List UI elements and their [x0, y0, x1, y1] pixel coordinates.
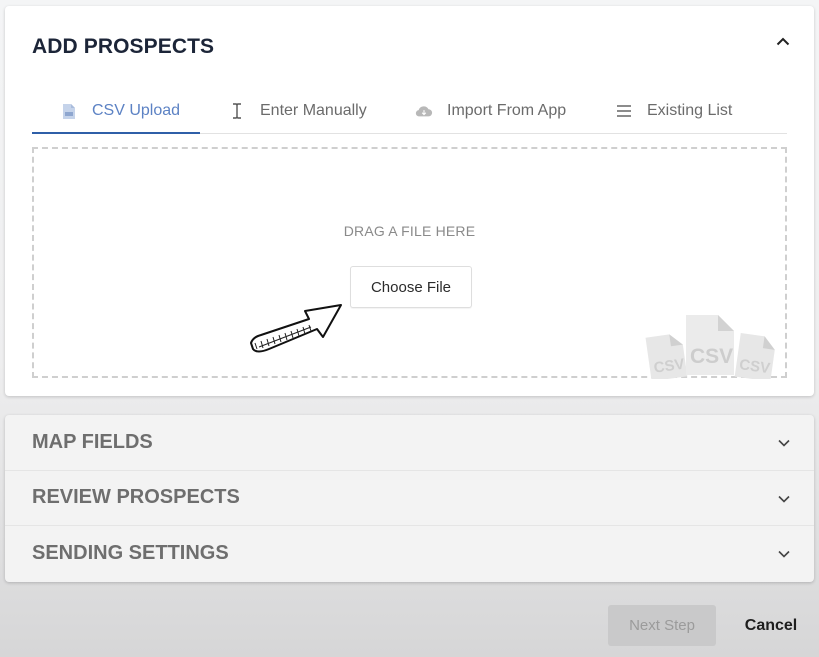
- tab-import-from-app[interactable]: Import From App: [389, 90, 593, 132]
- tab-existing-list[interactable]: Existing List: [593, 90, 773, 132]
- chevron-up-icon: [776, 37, 790, 45]
- steps-accordion: MAP FIELDS REVIEW PROSPECTS SENDING SETT…: [5, 415, 814, 582]
- tab-label: Import From App: [447, 102, 567, 119]
- tab-csv-upload[interactable]: CSV Upload: [32, 90, 200, 134]
- section-review-prospects[interactable]: REVIEW PROSPECTS: [5, 471, 814, 527]
- choose-file-button[interactable]: Choose File: [350, 266, 472, 308]
- next-step-button[interactable]: Next Step: [608, 605, 716, 646]
- csv-files-illustration: CSV CSV CSV: [645, 315, 775, 379]
- csv-file-icon: [60, 103, 78, 119]
- tab-label: Existing List: [647, 102, 733, 119]
- file-dropzone[interactable]: DRAG A FILE HERE Choose File CSV CSV CSV: [32, 147, 787, 379]
- chevron-down-icon: [778, 495, 790, 503]
- section-title: MAP FIELDS: [32, 430, 153, 453]
- text-cursor-icon: [228, 103, 246, 119]
- section-title: REVIEW PROSPECTS: [32, 486, 240, 509]
- csv-label: CSV: [690, 345, 733, 368]
- collapse-button[interactable]: [774, 32, 792, 50]
- drag-prompt: DRAG A FILE HERE: [343, 223, 476, 239]
- source-tabs: CSV Upload Enter Manually Import From Ap…: [32, 90, 787, 134]
- tab-label: CSV Upload: [92, 102, 181, 119]
- cancel-button[interactable]: Cancel: [736, 605, 806, 646]
- tab-enter-manually[interactable]: Enter Manually: [200, 90, 389, 132]
- hand-drawn-arrow-icon: [250, 304, 342, 353]
- panel-title: ADD PROSPECTS: [32, 35, 215, 58]
- tab-label: Enter Manually: [260, 102, 367, 119]
- cloud-download-icon: [415, 104, 433, 118]
- chevron-down-icon: [778, 551, 790, 558]
- list-icon: [615, 105, 633, 117]
- section-sending-settings[interactable]: SENDING SETTINGS: [5, 526, 814, 582]
- section-map-fields[interactable]: MAP FIELDS: [5, 415, 814, 471]
- chevron-down-icon: [778, 439, 790, 447]
- add-prospects-panel: ADD PROSPECTS CSV Upload Enter Manually …: [5, 6, 814, 396]
- section-title: SENDING SETTINGS: [32, 542, 229, 565]
